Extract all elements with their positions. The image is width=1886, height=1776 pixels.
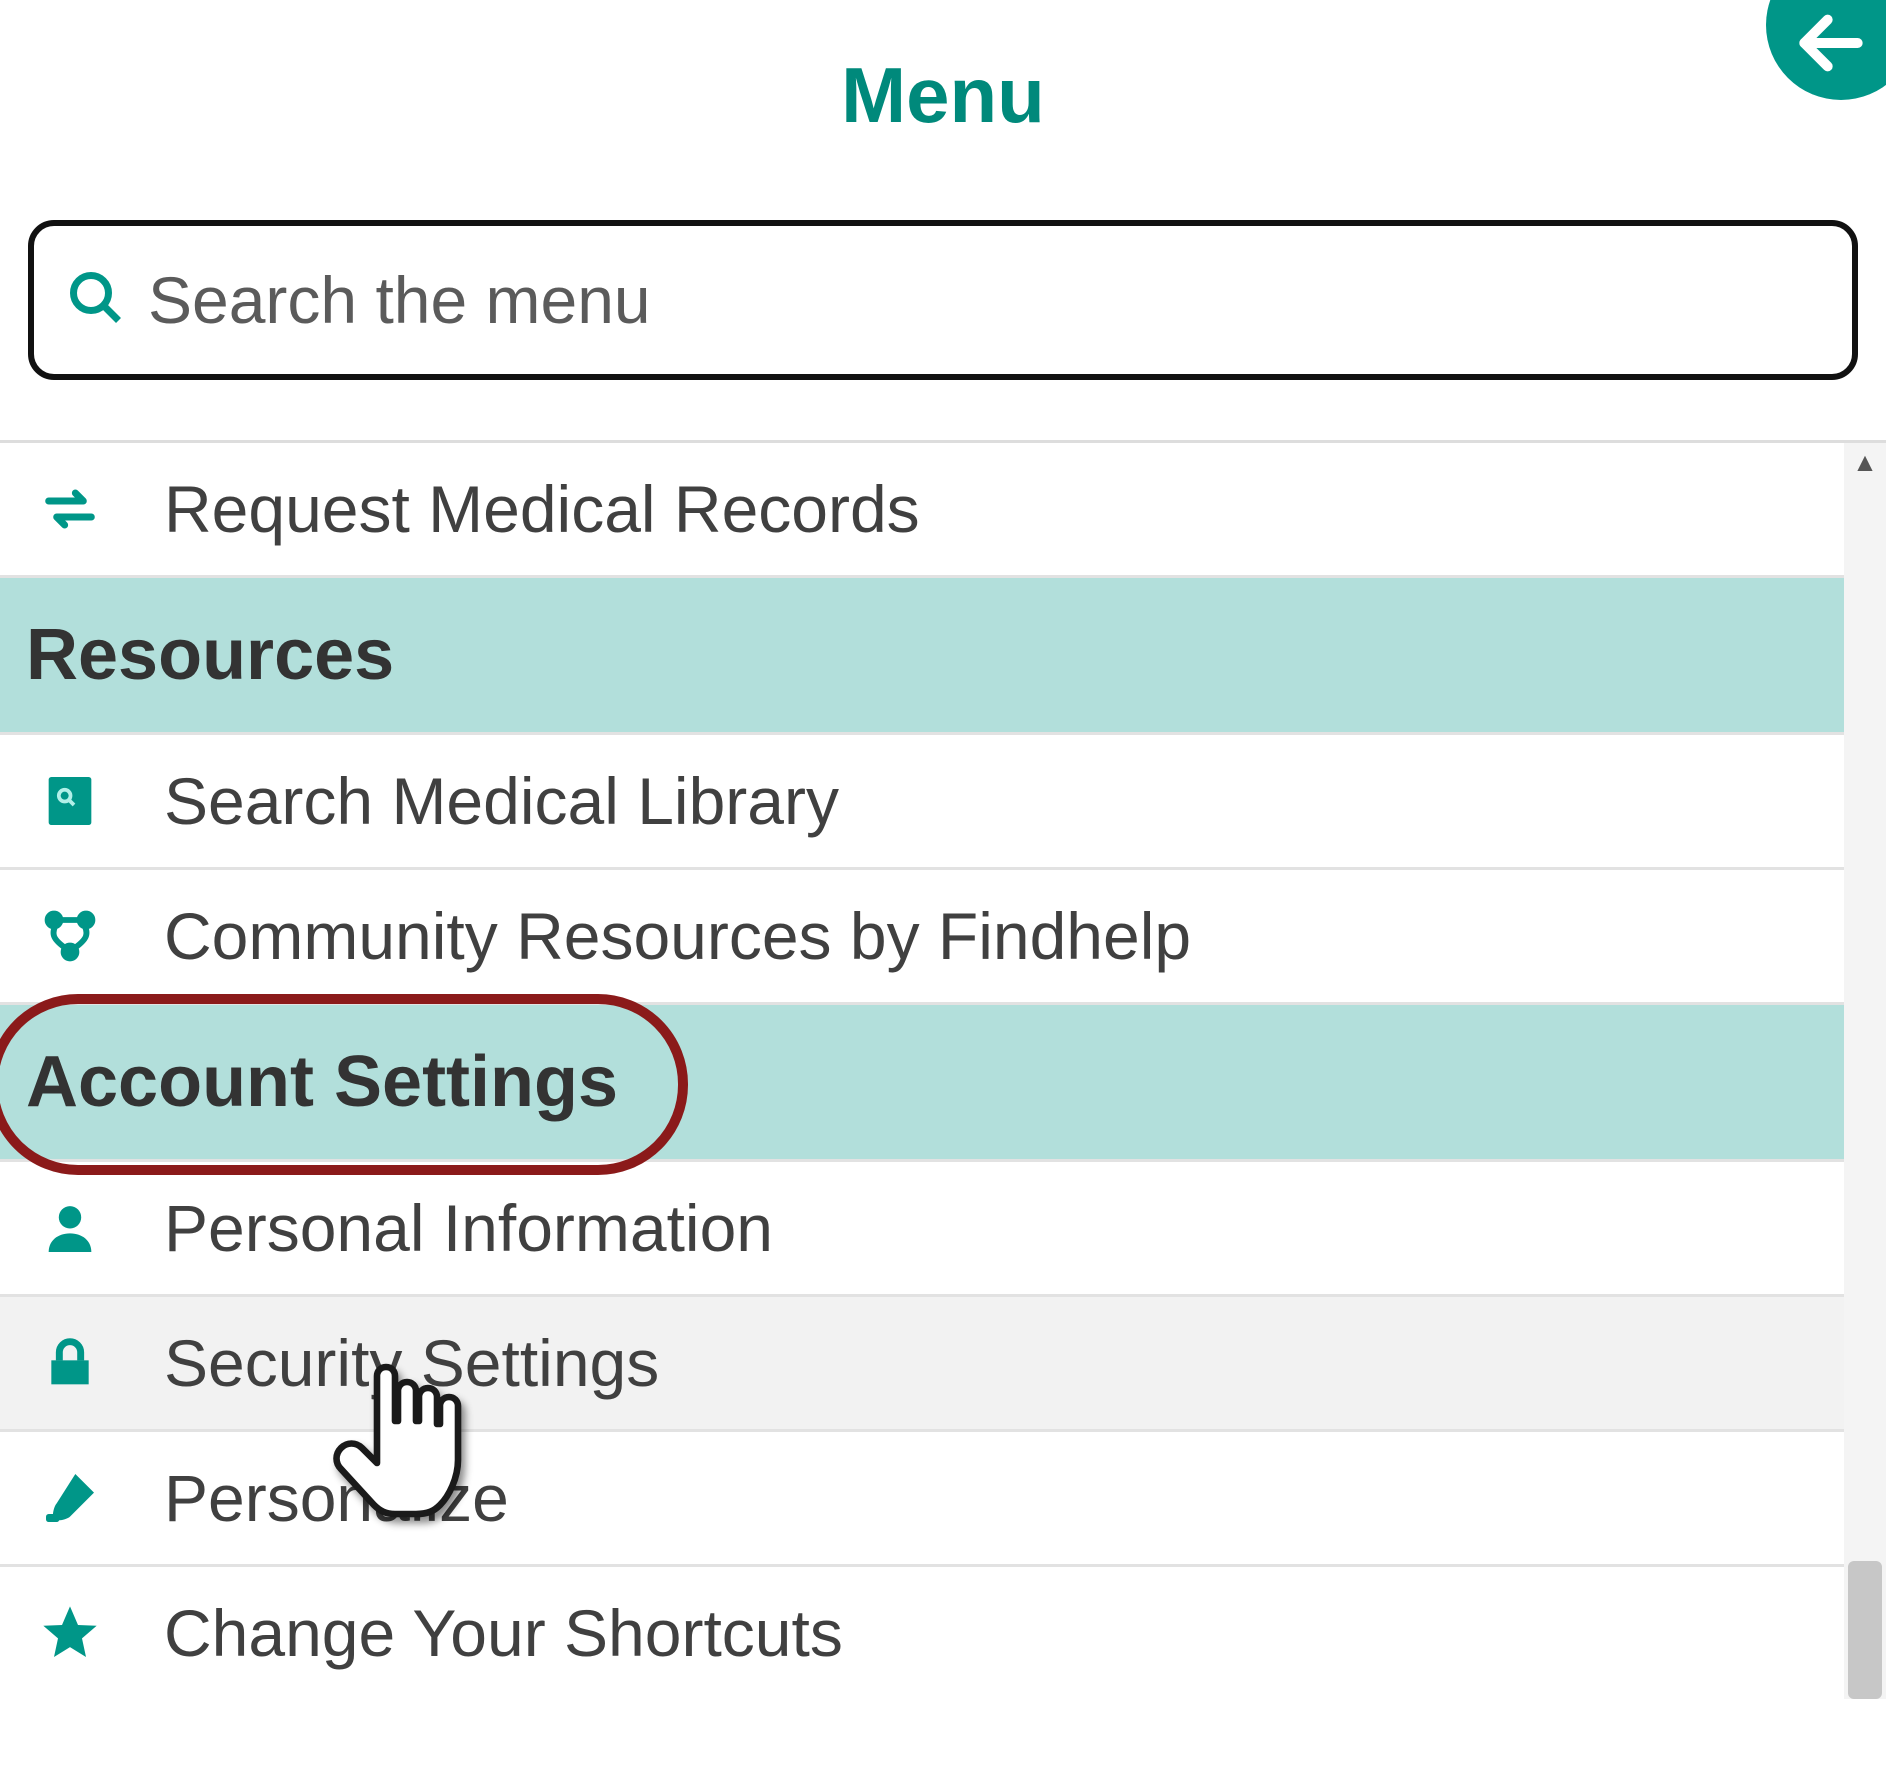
scrollbar[interactable]: ▲ xyxy=(1844,443,1886,1699)
brush-icon xyxy=(30,1466,110,1530)
menu-item-label: Change Your Shortcuts xyxy=(164,1595,843,1671)
menu-scroll-area: Request Medical Records Resources Search… xyxy=(0,440,1886,1699)
menu-item-label: Personal Information xyxy=(164,1190,773,1266)
search-container xyxy=(28,220,1858,380)
search-icon xyxy=(66,268,126,333)
menu-item-label: Community Resources by Findhelp xyxy=(164,898,1191,974)
star-icon xyxy=(30,1601,110,1665)
search-box[interactable] xyxy=(28,220,1858,380)
section-header-resources: Resources xyxy=(0,578,1886,735)
scrollbar-thumb[interactable] xyxy=(1848,1561,1882,1699)
swap-icon xyxy=(30,477,110,541)
menu-item-personalize[interactable]: Personalize xyxy=(0,1432,1886,1567)
menu-item-search-medical-library[interactable]: Search Medical Library xyxy=(0,735,1886,870)
scroll-up-icon[interactable]: ▲ xyxy=(1844,447,1886,478)
book-icon xyxy=(30,769,110,833)
page-title: Menu xyxy=(0,50,1886,141)
menu-item-personal-information[interactable]: Personal Information xyxy=(0,1162,1886,1297)
network-icon xyxy=(30,904,110,968)
menu-item-change-shortcuts[interactable]: Change Your Shortcuts xyxy=(0,1567,1886,1699)
search-input[interactable] xyxy=(148,262,1842,338)
menu-item-label: Search Medical Library xyxy=(164,763,839,839)
person-icon xyxy=(30,1196,110,1260)
lock-icon xyxy=(30,1331,110,1395)
menu-item-community-resources[interactable]: Community Resources by Findhelp xyxy=(0,870,1886,1005)
menu-item-label: Request Medical Records xyxy=(164,471,920,547)
section-header-account-settings: Account Settings xyxy=(0,1005,1886,1162)
menu-item-label: Personalize xyxy=(164,1460,509,1536)
menu-item-security-settings[interactable]: Security Settings xyxy=(0,1297,1886,1432)
menu-item-label: Security Settings xyxy=(164,1325,659,1401)
menu-header: Menu xyxy=(0,0,1886,220)
arrow-left-icon xyxy=(1791,3,1871,88)
menu-item-request-medical-records[interactable]: Request Medical Records xyxy=(0,443,1886,578)
